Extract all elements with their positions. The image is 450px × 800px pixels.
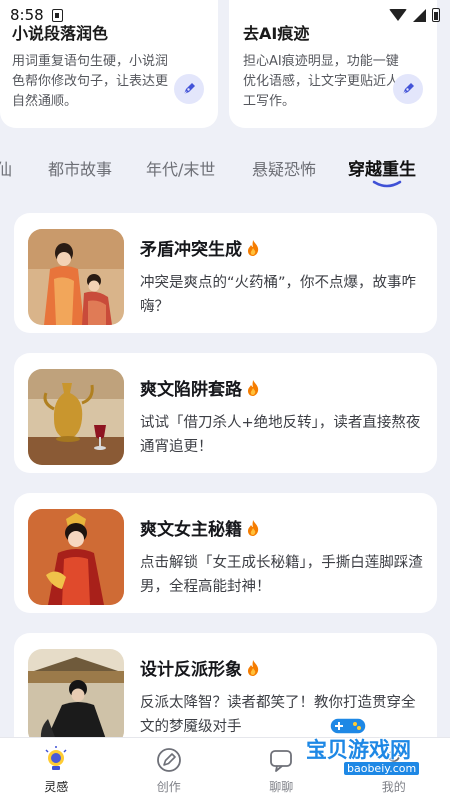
card-thumbnail <box>28 649 124 745</box>
story-card[interactable]: 设计反派形象 反派太降智？读者都笑了！教你打造贯穿全文的梦魇级对手 <box>14 633 437 753</box>
card-thumbnail <box>28 369 124 465</box>
nav-label: 聊聊 <box>269 780 294 794</box>
fire-icon <box>248 379 259 396</box>
card-title: 爽文陷阱套路 <box>140 375 260 400</box>
card-desc: 试试「借刀杀人+绝地反转」，读者直接熬夜通宵追更！ <box>140 415 421 455</box>
card-desc: 点击解锁「女王成长秘籍」，手撕白莲脚踩渣男，全程高能封神！ <box>140 555 423 595</box>
tab-urban[interactable]: 都市故事 <box>48 156 112 180</box>
lightbulb-icon <box>45 746 67 770</box>
story-card[interactable]: 爽文陷阱套路 试试「借刀杀人+绝地反转」，读者直接熬夜通宵追更！ <box>14 353 437 473</box>
pen-icon[interactable] <box>174 74 204 104</box>
feature-card-desc: 用词重复语句生硬，小说润色帮你修改句子，让表达更自然通顺。 <box>12 54 169 109</box>
card-title: 设计反派形象 <box>140 655 260 680</box>
nav-label: 灵感 <box>44 780 69 794</box>
chat-icon <box>270 750 293 772</box>
nav-label: 创作 <box>156 780 181 794</box>
nav-create[interactable]: 创作 <box>113 738 226 800</box>
category-tabs: 仙 都市故事 年代/末世 悬疑恐怖 穿越重生 <box>0 150 450 190</box>
nav-label: 我的 <box>381 780 406 794</box>
wifi-icon <box>389 9 407 21</box>
card-title: 爽文女主秘籍 <box>140 515 260 540</box>
edit-icon <box>156 748 181 772</box>
fire-icon <box>248 239 259 256</box>
feature-card-desc: 担心AI痕迹明显，功能一键优化语感，让文字更贴近人工写作。 <box>243 54 400 109</box>
pen-icon[interactable] <box>393 74 423 104</box>
card-desc: 反派太降智？读者都笑了！教你打造贯穿全文的梦魇级对手 <box>140 695 416 735</box>
fire-icon <box>248 659 259 676</box>
card-title: 矛盾冲突生成 <box>140 235 260 260</box>
tab-suspense[interactable]: 悬疑恐怖 <box>252 156 316 180</box>
bottom-nav: 灵感 创作 聊聊 我的 <box>0 737 450 800</box>
nav-profile[interactable]: 我的 <box>338 738 450 800</box>
fire-icon <box>248 519 259 536</box>
nav-chat[interactable]: 聊聊 <box>225 738 338 800</box>
tab-xianxia[interactable]: 仙 <box>0 156 12 180</box>
tab-time-travel[interactable]: 穿越重生 <box>348 155 416 180</box>
status-bar: 8:58 <box>0 0 450 30</box>
battery-icon <box>432 8 440 22</box>
tab-active-indicator <box>372 180 402 188</box>
profile-icon <box>384 750 404 771</box>
signal-icon <box>413 8 426 22</box>
tab-era[interactable]: 年代/末世 <box>146 156 215 180</box>
nav-inspiration[interactable]: 灵感 <box>0 738 113 800</box>
status-time: 8:58 <box>10 6 44 24</box>
card-thumbnail <box>28 509 124 605</box>
story-card[interactable]: 矛盾冲突生成 冲突是爽点的“火药桶”，你不点爆，故事咋嗨？ <box>14 213 437 333</box>
card-desc: 冲突是爽点的“火药桶”，你不点爆，故事咋嗨？ <box>140 275 417 315</box>
story-card[interactable]: 爽文女主秘籍 点击解锁「女王成长秘籍」，手撕白莲脚踩渣男，全程高能封神！ <box>14 493 437 613</box>
card-thumbnail <box>28 229 124 325</box>
sim-card-icon <box>51 8 63 22</box>
